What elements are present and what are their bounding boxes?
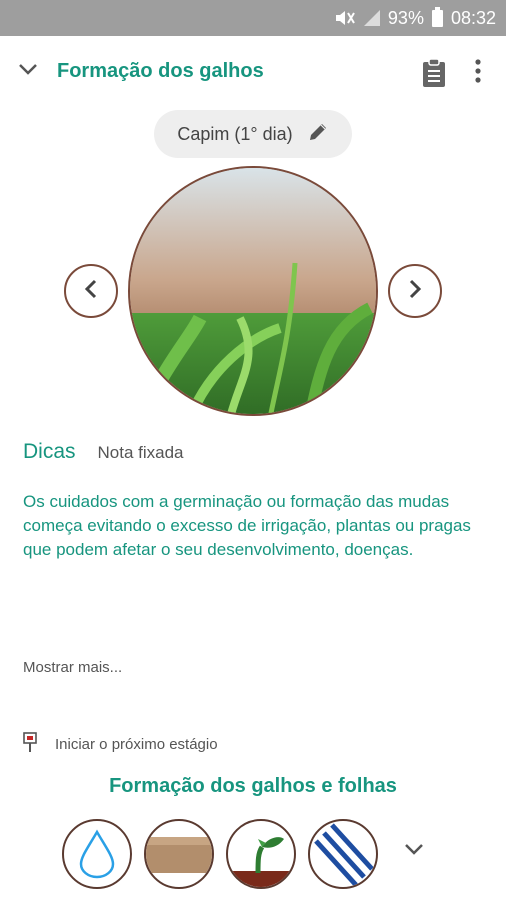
tips-tabs: Dicas Nota fixada [23, 440, 184, 464]
grass-photo-image [130, 168, 376, 414]
more-vert-icon[interactable] [470, 58, 486, 91]
mute-icon [334, 9, 356, 27]
stage-chip[interactable]: Capim (1° dia) [154, 110, 352, 158]
show-more-link[interactable]: Mostrar mais... [23, 659, 122, 676]
tab-nota-fixada[interactable]: Nota fixada [98, 443, 184, 463]
next-stage-label: Iniciar o próximo estágio [55, 736, 218, 753]
stage-chip-label: Capim (1° dia) [177, 123, 293, 144]
battery-percent: 93% [387, 7, 424, 28]
chevron-right-icon [406, 278, 424, 305]
next-photo-button[interactable] [388, 264, 442, 318]
stage-section-title: Formação dos galhos e folhas [109, 775, 397, 797]
battery-icon [431, 6, 443, 27]
sprout-icon[interactable] [226, 819, 296, 889]
stripes-icon[interactable] [308, 819, 378, 889]
clock: 08:32 [450, 7, 496, 28]
pencil-icon[interactable] [307, 121, 329, 148]
soil-icon[interactable] [144, 819, 214, 889]
app-header: Formação dos galhos [0, 36, 506, 110]
plant-photo[interactable] [128, 166, 378, 416]
flag-icon [23, 731, 39, 758]
clipboard-icon[interactable] [420, 58, 448, 93]
status-bar: 93% 08:32 [0, 0, 506, 36]
next-stage-button[interactable]: Iniciar o próximo estágio [23, 731, 218, 758]
previous-photo-button[interactable] [64, 264, 118, 318]
chevron-left-icon [82, 278, 100, 305]
expand-stages-icon[interactable] [404, 842, 424, 861]
stage-icon-row [62, 819, 378, 889]
chevron-down-icon[interactable] [18, 62, 38, 81]
tip-text: Os cuidados com a germinação ou formação… [23, 492, 471, 559]
signal-icon [363, 10, 380, 26]
water-drop-icon[interactable] [62, 819, 132, 889]
tab-dicas[interactable]: Dicas [23, 440, 76, 464]
page-title: Formação dos galhos [57, 60, 264, 82]
